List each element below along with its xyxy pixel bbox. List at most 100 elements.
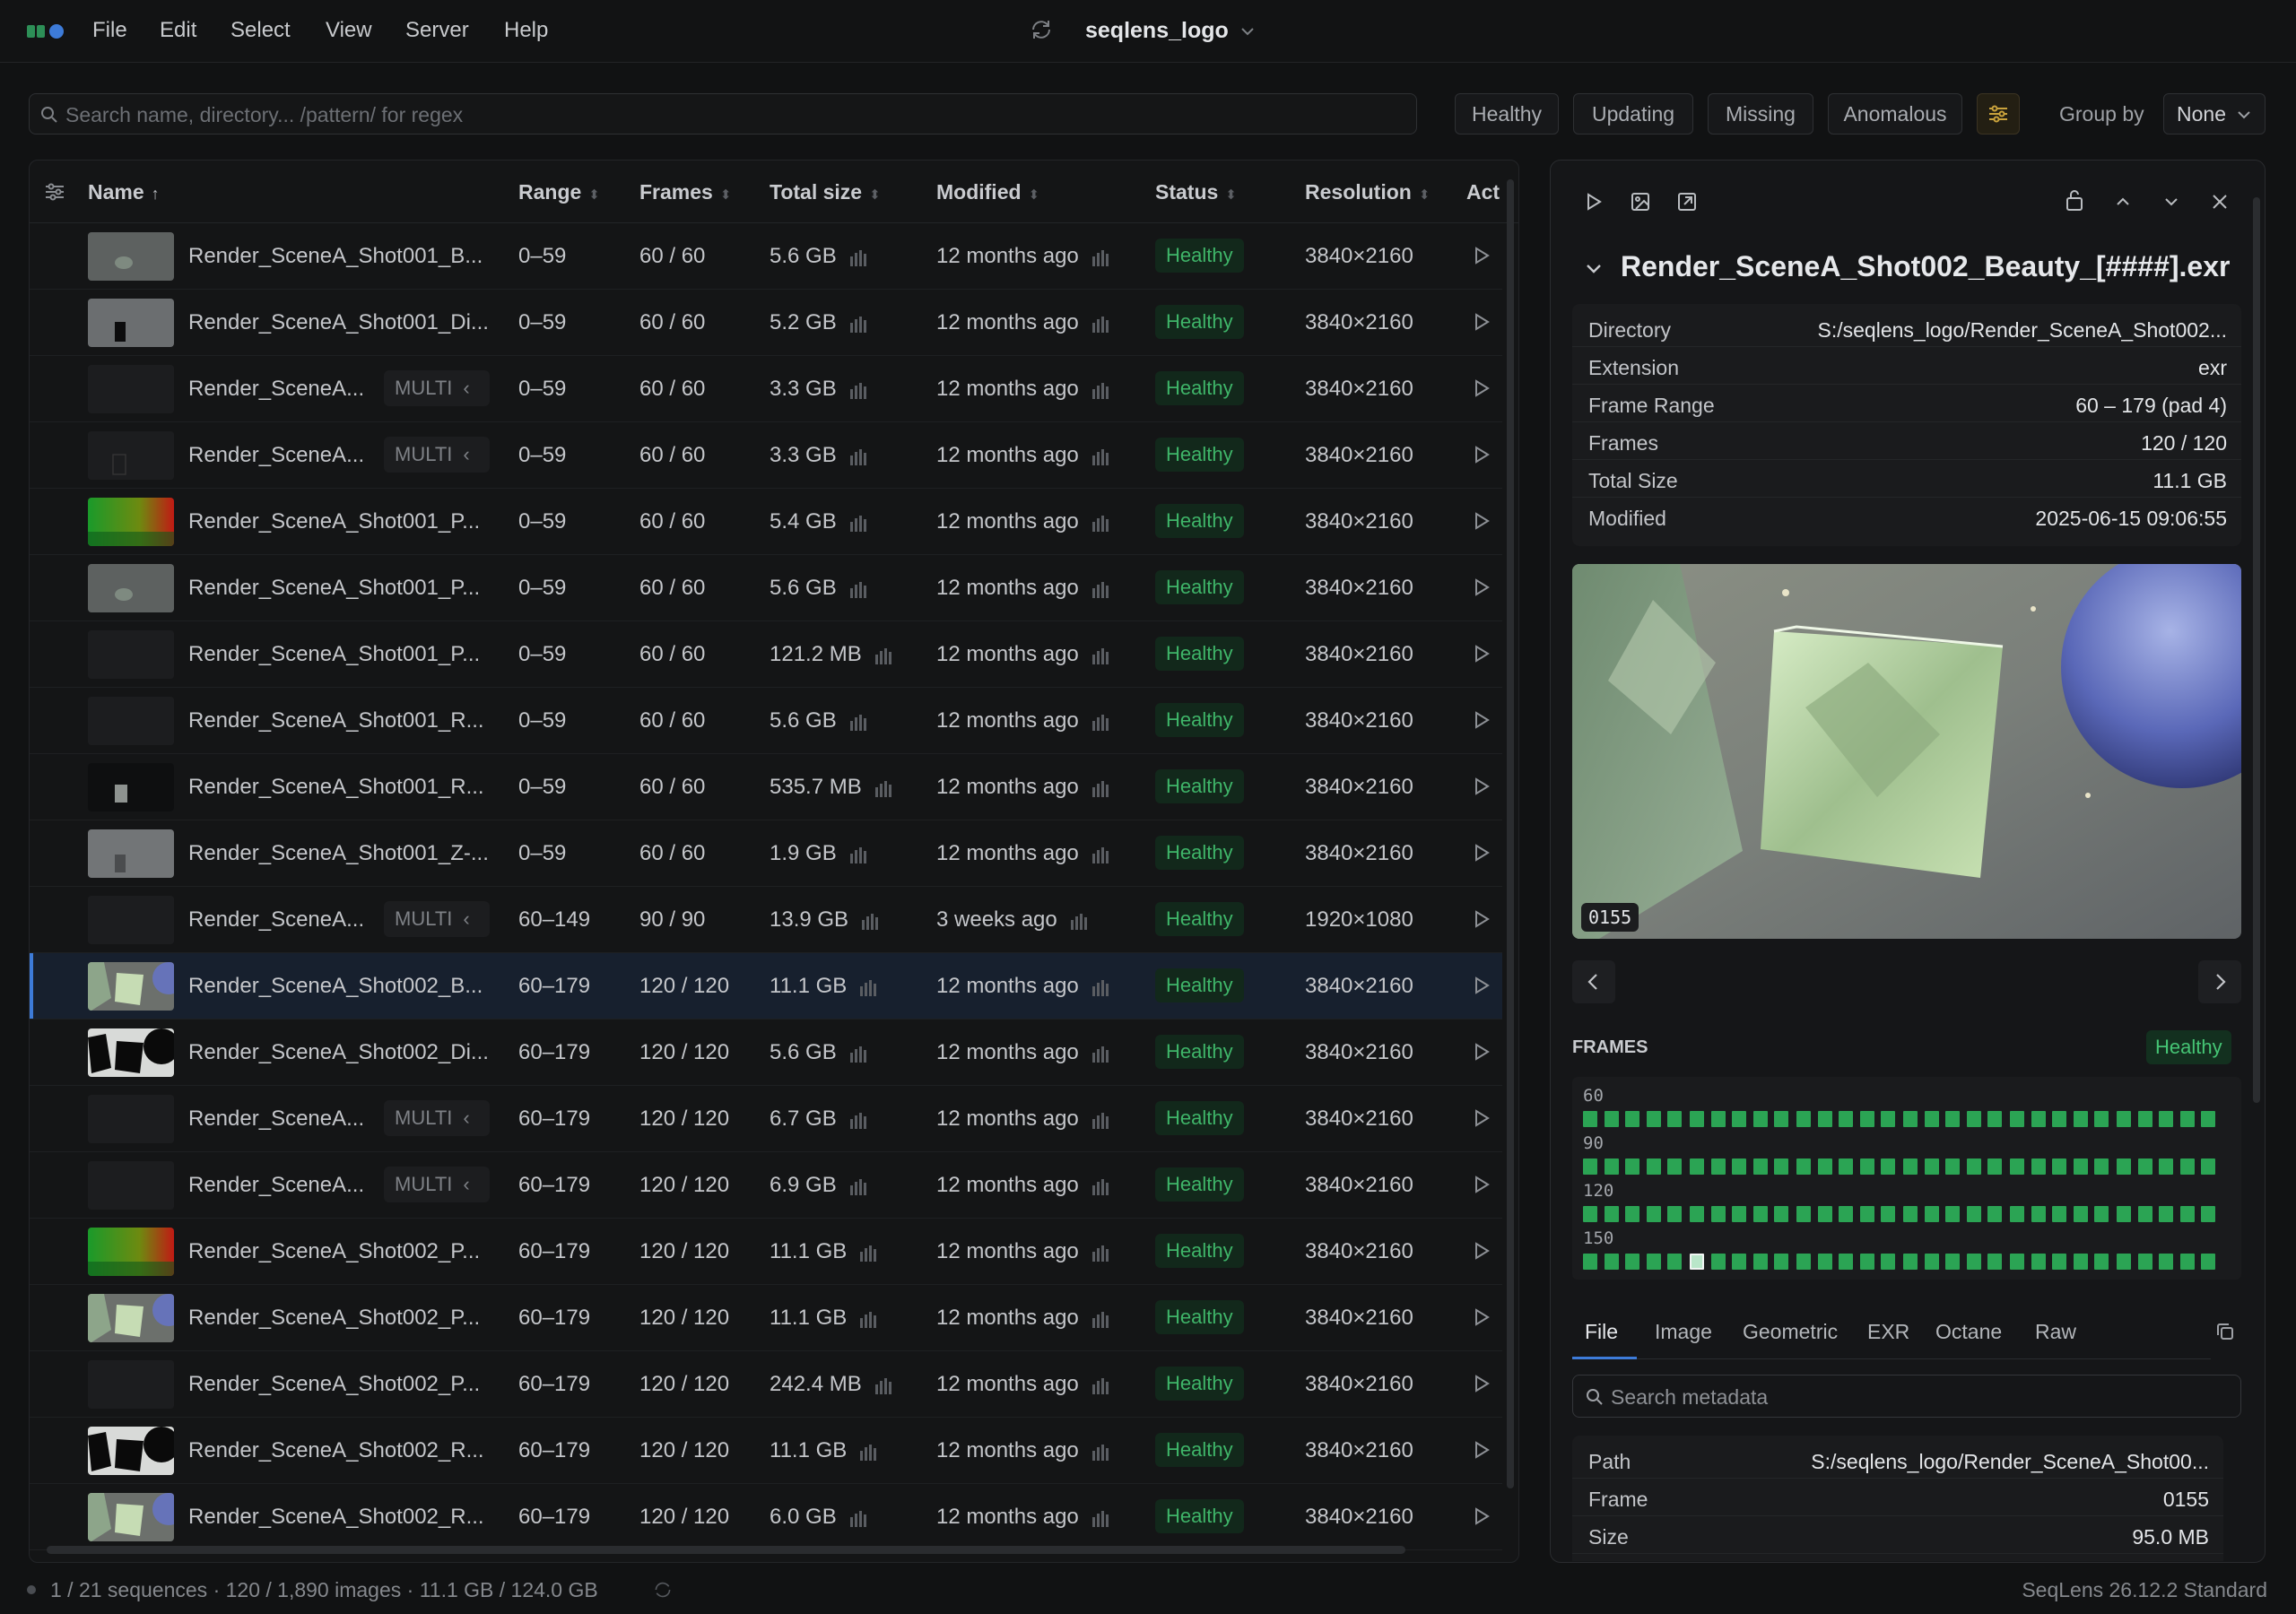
multi-badge[interactable]: MULTI ‹ (384, 437, 490, 473)
frame-cell[interactable] (1881, 1158, 1895, 1175)
frame-cell[interactable] (1710, 1254, 1726, 1270)
play-icon[interactable] (1471, 245, 1492, 266)
frame-cell[interactable] (1839, 1111, 1853, 1127)
collapse-chevron-icon[interactable] (1583, 257, 1605, 279)
frame-cell[interactable] (1690, 1206, 1704, 1222)
frame-cell[interactable] (1903, 1254, 1918, 1270)
frame-cell[interactable] (1859, 1254, 1874, 1270)
frame-cell[interactable] (1945, 1254, 1960, 1270)
column-resolution[interactable]: Resolution ⬍ (1305, 180, 1430, 204)
frame-cell[interactable] (2137, 1254, 2152, 1270)
frame-cell[interactable] (2179, 1158, 2195, 1175)
frame-cell[interactable] (1667, 1254, 1682, 1270)
frame-cell[interactable] (2052, 1254, 2066, 1270)
frame-cell[interactable] (2073, 1206, 2088, 1222)
frame-cell[interactable] (1817, 1206, 1832, 1222)
previous-frame-button[interactable] (1572, 960, 1615, 1003)
frame-cell[interactable] (1604, 1254, 1619, 1270)
frame-cell[interactable] (1583, 1206, 1597, 1222)
frame-cell[interactable] (2010, 1111, 2024, 1127)
frame-cell[interactable] (2094, 1206, 2109, 1222)
frame-cell[interactable] (1625, 1158, 1639, 1175)
lock-icon[interactable] (2064, 187, 2085, 213)
table-row[interactable]: Render_SceneA_Shot001_Z-... 0–59 60 / 60 1.… (30, 820, 1502, 887)
filter-settings-button[interactable] (1977, 93, 2020, 134)
frame-cell[interactable] (1796, 1206, 1811, 1222)
play-icon[interactable] (1471, 975, 1492, 996)
column-range[interactable]: Range ⬍ (518, 180, 600, 204)
play-icon[interactable] (1471, 1174, 1492, 1195)
frame-cell[interactable] (2117, 1206, 2131, 1222)
frame-cell[interactable] (2031, 1158, 2046, 1175)
play-icon[interactable] (1471, 1107, 1492, 1129)
table-row[interactable]: Render_SceneA_Shot001_R... 0–59 60 / 60 535… (30, 754, 1502, 820)
frame-cell[interactable] (1752, 1111, 1768, 1127)
column-name[interactable]: Name ↑ (88, 180, 160, 204)
frame-cell[interactable] (1945, 1206, 1960, 1222)
frame-cell[interactable] (1646, 1158, 1661, 1175)
play-icon[interactable] (1471, 444, 1492, 465)
multi-badge[interactable]: MULTI ‹ (384, 1100, 490, 1136)
frame-cell[interactable] (1646, 1111, 1661, 1127)
frame-cell[interactable] (1710, 1158, 1726, 1175)
column-modified[interactable]: Modified ⬍ (936, 180, 1039, 204)
frame-cell[interactable] (2159, 1158, 2173, 1175)
filter-updating-button[interactable]: Updating (1573, 93, 1693, 134)
frame-cell[interactable] (1945, 1158, 1960, 1175)
frame-cell[interactable] (1710, 1206, 1726, 1222)
frame-cell[interactable] (1604, 1206, 1619, 1222)
play-icon[interactable] (1471, 377, 1492, 399)
current-frame-cell[interactable] (1690, 1254, 1704, 1270)
sync-icon[interactable] (653, 1580, 673, 1600)
frame-cell[interactable] (1817, 1111, 1832, 1127)
column-settings-icon[interactable] (44, 182, 65, 202)
table-row[interactable]: Render_SceneA... MULTI ‹ 60–179 120 / 120 6.9… (30, 1152, 1502, 1219)
frame-cell[interactable] (1646, 1206, 1661, 1222)
frame-cell[interactable] (2159, 1254, 2173, 1270)
frame-cell[interactable] (1817, 1158, 1832, 1175)
frame-cell[interactable] (1966, 1206, 1981, 1222)
table-row[interactable]: Render_SceneA_Shot002_B... 60–179 120 / 12… (30, 953, 1502, 1020)
play-icon[interactable] (1471, 842, 1492, 863)
multi-badge[interactable]: MULTI ‹ (384, 1167, 490, 1202)
table-row[interactable]: Render_SceneA... MULTI ‹ 60–149 90 / 90 13.9 … (30, 887, 1502, 953)
play-icon[interactable] (1471, 1240, 1492, 1262)
frame-cell[interactable] (1625, 1254, 1639, 1270)
frame-cell[interactable] (2073, 1254, 2088, 1270)
frame-cell[interactable] (1881, 1254, 1895, 1270)
frame-cell[interactable] (1774, 1111, 1788, 1127)
play-icon[interactable] (1471, 643, 1492, 664)
frame-cell[interactable] (1966, 1111, 1981, 1127)
frame-cell[interactable] (1732, 1158, 1746, 1175)
frame-cell[interactable] (2031, 1206, 2046, 1222)
frame-cell[interactable] (1839, 1206, 1853, 1222)
menu-select[interactable]: Select (230, 18, 291, 43)
play-icon[interactable] (1471, 1306, 1492, 1328)
column-frames[interactable]: Frames ⬍ (639, 180, 731, 204)
table-row[interactable]: Render_SceneA_Shot001_P... 0–59 60 / 60 5.4… (30, 489, 1502, 555)
frame-cell[interactable] (1903, 1206, 1918, 1222)
play-icon[interactable] (1471, 510, 1492, 532)
play-icon[interactable] (1471, 1041, 1492, 1063)
frame-cell[interactable] (2159, 1111, 2173, 1127)
frame-cell[interactable] (1796, 1158, 1811, 1175)
frame-cell[interactable] (2117, 1158, 2131, 1175)
table-row[interactable]: Render_SceneA_Shot001_R... 0–59 60 / 60 5.6… (30, 688, 1502, 754)
frame-cell[interactable] (1625, 1206, 1639, 1222)
frame-cell[interactable] (1903, 1158, 1918, 1175)
frame-cell[interactable] (1732, 1111, 1746, 1127)
play-icon[interactable] (1583, 191, 1605, 213)
chevron-up-icon[interactable] (2112, 191, 2134, 213)
close-icon[interactable] (2209, 191, 2231, 213)
frame-cell[interactable] (2179, 1111, 2195, 1127)
play-icon[interactable] (1471, 1373, 1492, 1394)
table-row[interactable]: Render_SceneA... MULTI ‹ 60–179 120 / 120 6.7… (30, 1086, 1502, 1152)
table-row[interactable]: Render_SceneA_Shot001_P... 0–59 60 / 60 121… (30, 621, 1502, 688)
frame-cell[interactable] (1839, 1254, 1853, 1270)
frame-cell[interactable] (2137, 1158, 2152, 1175)
frame-cell[interactable] (1752, 1206, 1768, 1222)
frame-cell[interactable] (1924, 1111, 1939, 1127)
open-external-icon[interactable] (1676, 191, 1698, 213)
frame-cell[interactable] (1732, 1254, 1746, 1270)
frame-cell[interactable] (1924, 1158, 1939, 1175)
